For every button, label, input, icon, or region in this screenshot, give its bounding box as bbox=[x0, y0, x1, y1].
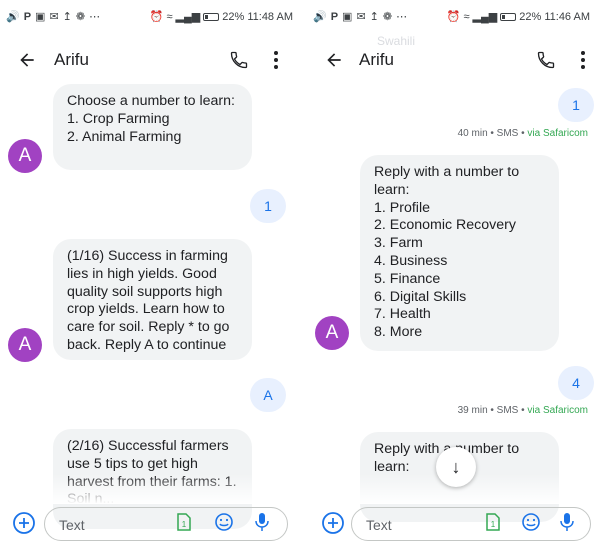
avatar[interactable]: A bbox=[8, 139, 42, 173]
add-attachment-button[interactable] bbox=[321, 511, 345, 535]
battery-icon bbox=[203, 13, 220, 21]
more-icon: ⋯ bbox=[89, 10, 101, 23]
notification-icons: 🔊 P ▣ ✉ ↥ ❁ ⋯ bbox=[6, 10, 101, 23]
p-icon: P bbox=[330, 10, 339, 23]
message-input-placeholder: Text bbox=[59, 517, 85, 533]
message-bubble-outgoing[interactable]: 1 bbox=[558, 88, 594, 122]
overflow-menu-button[interactable] bbox=[573, 47, 593, 73]
call-button[interactable] bbox=[533, 47, 559, 73]
message-bubble-outgoing[interactable]: A bbox=[250, 378, 286, 412]
conversation-title: Arifu bbox=[54, 50, 89, 69]
status-bar: 🔊 P ▣ ✉ ↥ ❁ ⋯ ⏰ ≈ ▂▄▆ 22% 11:46 AM bbox=[307, 0, 594, 34]
alarm-icon: ⏰ bbox=[149, 10, 164, 23]
sim-card-icon: 1 bbox=[177, 513, 191, 531]
upload-icon: ↥ bbox=[369, 10, 379, 23]
sim-select-button[interactable]: 1 bbox=[483, 512, 503, 532]
microphone-icon bbox=[255, 513, 269, 531]
add-attachment-button[interactable] bbox=[12, 511, 36, 535]
back-button[interactable] bbox=[14, 47, 40, 73]
alarm-icon: ⏰ bbox=[446, 10, 461, 23]
status-bar: 🔊 P ▣ ✉ ↥ ❁ ⋯ ⏰ ≈ ▂▄▆ 22% 11:48 AM bbox=[0, 0, 297, 34]
status-text: 22% 11:46 AM bbox=[519, 11, 590, 23]
message-bubble-incoming[interactable]: Choose a number to learn: 1. Crop Farmin… bbox=[53, 84, 252, 170]
system-status: ⏰ ≈ ▂▄▆ 22% 11:46 AM bbox=[447, 11, 590, 23]
message-meta-time: 40 min • SMS • bbox=[457, 128, 528, 139]
microphone-icon bbox=[560, 513, 574, 531]
p-icon: P bbox=[23, 10, 32, 23]
message-bubble-outgoing[interactable]: 1 bbox=[250, 189, 286, 223]
sim-select-button[interactable]: 1 bbox=[174, 512, 194, 532]
message-bubble-incoming[interactable]: (1/16) Success in farming lies in high y… bbox=[53, 239, 252, 360]
overflow-menu-button[interactable] bbox=[266, 47, 286, 73]
signal-icon: ▂▄▆ bbox=[175, 10, 201, 23]
app-bar: Swahili Arifu bbox=[307, 34, 594, 82]
battery-fill bbox=[502, 15, 506, 19]
phone-icon bbox=[230, 51, 248, 69]
battery-fill bbox=[205, 15, 209, 19]
phone-icon bbox=[537, 51, 555, 69]
battery-icon bbox=[500, 13, 517, 21]
signal-icon: ▂▄▆ bbox=[472, 10, 498, 23]
more-icon: ⋯ bbox=[396, 10, 408, 23]
sim-card-icon: 1 bbox=[486, 513, 500, 531]
message-meta: 39 min • SMS • via Safaricom bbox=[458, 405, 588, 416]
arrow-left-icon bbox=[327, 53, 341, 67]
back-button[interactable] bbox=[321, 47, 347, 73]
sync-icon: ❁ bbox=[75, 10, 86, 23]
volume-icon: 🔊 bbox=[6, 10, 20, 23]
ghost-text: Swahili bbox=[377, 34, 416, 48]
message-input-placeholder: Text bbox=[366, 517, 392, 533]
left-screen: 🔊 P ▣ ✉ ↥ ❁ ⋯ ⏰ ≈ ▂▄▆ 22% 11:48 AM Arifu… bbox=[0, 0, 297, 543]
emoji-button[interactable] bbox=[521, 512, 541, 532]
sync-icon: ❁ bbox=[382, 10, 393, 23]
composer: Text 1 bbox=[0, 503, 297, 543]
app-bar: Arifu bbox=[0, 38, 297, 82]
voice-input-button[interactable] bbox=[557, 512, 577, 532]
add-circle-icon bbox=[13, 512, 35, 534]
status-text: 22% 11:48 AM bbox=[222, 11, 293, 23]
message-bubble-outgoing[interactable]: 4 bbox=[558, 366, 594, 400]
wifi-icon: ≈ bbox=[166, 10, 173, 23]
svg-text:1: 1 bbox=[491, 520, 496, 529]
conversation-title: Arifu bbox=[359, 50, 394, 69]
wifi-icon: ≈ bbox=[463, 10, 470, 23]
svg-text:1: 1 bbox=[182, 520, 187, 529]
avatar[interactable]: A bbox=[315, 316, 349, 350]
system-status: ⏰ ≈ ▂▄▆ 22% 11:48 AM bbox=[150, 11, 293, 23]
more-vert-icon bbox=[581, 51, 585, 69]
volume-icon: 🔊 bbox=[313, 10, 327, 23]
scroll-to-bottom-button[interactable]: ↓ bbox=[436, 447, 476, 487]
call-button[interactable] bbox=[226, 47, 252, 73]
right-screen: 🔊 P ▣ ✉ ↥ ❁ ⋯ ⏰ ≈ ▂▄▆ 22% 11:46 AM Swahi… bbox=[307, 0, 594, 543]
add-circle-icon bbox=[322, 512, 344, 534]
message-meta: 40 min • SMS • via Safaricom bbox=[458, 128, 588, 139]
notification-icons: 🔊 P ▣ ✉ ↥ ❁ ⋯ bbox=[313, 10, 408, 23]
carrier-label: via Safaricom bbox=[527, 128, 588, 139]
arrow-down-icon: ↓ bbox=[451, 456, 461, 477]
carrier-label: via Safaricom bbox=[527, 405, 588, 416]
message-bubble-incoming[interactable]: Reply with a number to learn: 1. Profile… bbox=[360, 155, 559, 351]
voice-input-button[interactable] bbox=[252, 512, 272, 532]
scroll-fade bbox=[0, 474, 297, 504]
upload-icon: ↥ bbox=[62, 10, 72, 23]
emoji-icon bbox=[215, 513, 233, 531]
more-vert-icon bbox=[274, 51, 278, 69]
photos-icon: ▣ bbox=[342, 10, 353, 23]
arrow-left-icon bbox=[20, 53, 34, 67]
mail-icon: ✉ bbox=[356, 10, 366, 23]
photos-icon: ▣ bbox=[35, 10, 46, 23]
mail-icon: ✉ bbox=[49, 10, 59, 23]
message-input[interactable]: Text bbox=[351, 507, 591, 541]
emoji-button[interactable] bbox=[214, 512, 234, 532]
emoji-icon bbox=[522, 513, 540, 531]
composer: Text 1 bbox=[307, 503, 594, 543]
avatar[interactable]: A bbox=[8, 328, 42, 362]
message-meta-time: 39 min • SMS • bbox=[457, 405, 528, 416]
